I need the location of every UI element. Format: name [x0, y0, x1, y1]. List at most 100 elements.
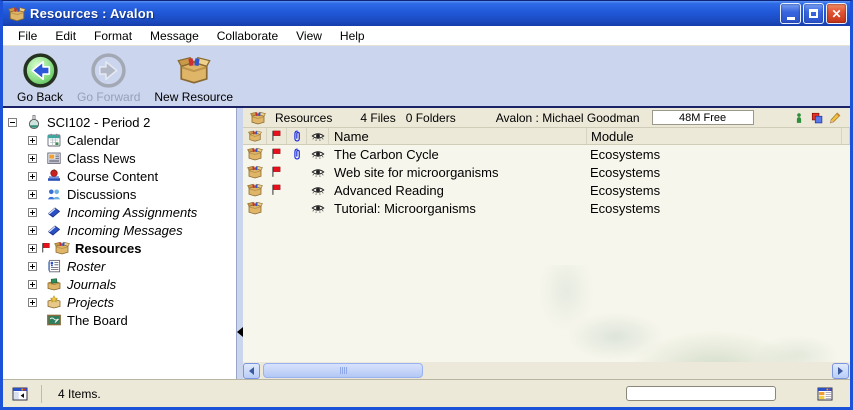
new-resource-button[interactable]: New Resource	[150, 50, 237, 105]
panel-title: Resources	[275, 111, 332, 125]
item-name: The Carbon Cycle	[329, 145, 586, 163]
list-item-carbon-cycle[interactable]: The Carbon Cycle Ecosystems	[243, 145, 850, 163]
flag-icon	[40, 241, 53, 255]
scrollbar-thumb[interactable]	[263, 363, 423, 378]
tree-item-label: Roster	[67, 259, 105, 274]
expand-twisty[interactable]	[28, 190, 37, 199]
name-column-header[interactable]: Name	[329, 128, 586, 144]
close-icon: ✕	[831, 7, 841, 21]
menu-help[interactable]: Help	[331, 27, 374, 45]
tree-item-journals[interactable]: Journals	[3, 275, 236, 293]
menu-collaborate[interactable]: Collaborate	[208, 27, 287, 45]
tree-item-calendar[interactable]: Calendar	[3, 131, 236, 149]
visibility-cell	[307, 181, 329, 199]
panel-splitter[interactable]	[236, 108, 243, 379]
tree-item-incoming-assignments[interactable]: Incoming Assignments	[3, 203, 236, 221]
expand-twisty[interactable]	[28, 136, 37, 145]
news-icon	[46, 150, 62, 166]
go-forward-button[interactable]: Go Forward	[73, 50, 144, 105]
expand-twisty[interactable]	[28, 298, 37, 307]
flag-cell	[267, 163, 287, 181]
tree-item-the-board[interactable]: The Board	[3, 311, 236, 329]
visibility-cell	[307, 163, 329, 181]
visibility-cell	[307, 145, 329, 163]
tree-panel: SCI102 - Period 2 Calendar Class News Co…	[3, 108, 236, 379]
folder-count: 0 Folders	[406, 111, 456, 125]
go-back-icon	[21, 51, 59, 89]
apple-books-icon	[46, 168, 62, 184]
collapse-panel-icon[interactable]	[11, 386, 29, 402]
scroll-left-button[interactable]	[243, 363, 260, 379]
tree-item-projects[interactable]: Projects	[3, 293, 236, 311]
expand-twisty[interactable]	[28, 172, 37, 181]
twisty-spacer	[28, 316, 37, 325]
flag-column-header[interactable]	[267, 128, 287, 144]
tree-item-class-news[interactable]: Class News	[3, 149, 236, 167]
free-space-indicator: 48M Free	[652, 110, 754, 125]
flag-icon	[270, 147, 284, 161]
collapse-twisty[interactable]	[8, 118, 17, 127]
expand-twisty[interactable]	[28, 154, 37, 163]
menu-format[interactable]: Format	[85, 27, 141, 45]
list-header: Name Module	[243, 128, 850, 145]
tree-item-label: Incoming Messages	[67, 223, 183, 238]
tree-item-discussions[interactable]: Discussions	[3, 185, 236, 203]
box-icon	[247, 182, 263, 198]
overlapping-squares-icon[interactable]	[810, 111, 824, 125]
menu-message[interactable]: Message	[141, 27, 208, 45]
tree-item-course-content[interactable]: Course Content	[3, 167, 236, 185]
titlebar: Resources : Avalon ✕	[3, 1, 850, 26]
projects-icon	[46, 294, 62, 310]
module-column-header[interactable]: Module	[586, 128, 850, 144]
attachment-cell	[287, 199, 307, 217]
expand-twisty[interactable]	[28, 280, 37, 289]
panel-layout-icon[interactable]	[816, 386, 834, 402]
tree-item-class-root[interactable]: SCI102 - Period 2	[3, 113, 236, 131]
resources-box-icon	[54, 240, 70, 256]
expand-twisty[interactable]	[28, 226, 37, 235]
pencil-icon[interactable]	[828, 111, 842, 125]
go-forward-label: Go Forward	[77, 90, 140, 104]
tree-item-roster[interactable]: Roster	[3, 257, 236, 275]
expand-twisty[interactable]	[28, 208, 37, 217]
app-icon	[8, 5, 26, 23]
person-icon[interactable]	[792, 111, 806, 125]
menu-view[interactable]: View	[287, 27, 331, 45]
tree-item-resources[interactable]: Resources	[3, 239, 236, 257]
list-item-web-site[interactable]: Web site for microorganisms Ecosystems	[243, 163, 850, 181]
visibility-column-header[interactable]	[307, 128, 329, 144]
flag-icon	[270, 183, 284, 197]
expand-twisty[interactable]	[28, 244, 37, 253]
list-item-tutorial[interactable]: Tutorial: Microorganisms Ecosystems	[243, 199, 850, 217]
maximize-button[interactable]	[803, 3, 824, 24]
menu-edit[interactable]: Edit	[46, 27, 85, 45]
info-bar: Resources 4 Files 0 Folders Avalon : Mic…	[243, 108, 850, 128]
journals-icon	[46, 276, 62, 292]
expand-twisty[interactable]	[28, 262, 37, 271]
go-forward-icon	[90, 51, 128, 89]
status-bar: 4 Items.	[3, 379, 850, 407]
attachment-cell	[287, 145, 307, 163]
people-icon	[46, 186, 62, 202]
tree-item-label: Calendar	[67, 133, 120, 148]
item-icon-cell	[243, 199, 267, 217]
tree-item-label: Journals	[67, 277, 116, 292]
box-icon	[247, 164, 263, 180]
tree-item-label: Incoming Assignments	[67, 205, 197, 220]
horizontal-scrollbar[interactable]	[243, 362, 850, 379]
header-edge-divider	[841, 128, 842, 144]
scroll-right-button[interactable]	[832, 363, 849, 379]
list-item-advanced-reading[interactable]: Advanced Reading Ecosystems	[243, 181, 850, 199]
box-icon	[247, 146, 263, 162]
box-icon	[247, 200, 263, 216]
menu-file[interactable]: File	[9, 27, 46, 45]
go-back-button[interactable]: Go Back	[13, 50, 67, 105]
item-name: Tutorial: Microorganisms	[329, 199, 586, 217]
flag-icon	[270, 129, 284, 143]
item-type-column-header[interactable]	[243, 128, 267, 144]
minimize-button[interactable]	[780, 3, 801, 24]
go-back-label: Go Back	[17, 90, 63, 104]
tree-item-incoming-messages[interactable]: Incoming Messages	[3, 221, 236, 239]
close-button[interactable]: ✕	[826, 3, 847, 24]
attachment-column-header[interactable]	[287, 128, 307, 144]
